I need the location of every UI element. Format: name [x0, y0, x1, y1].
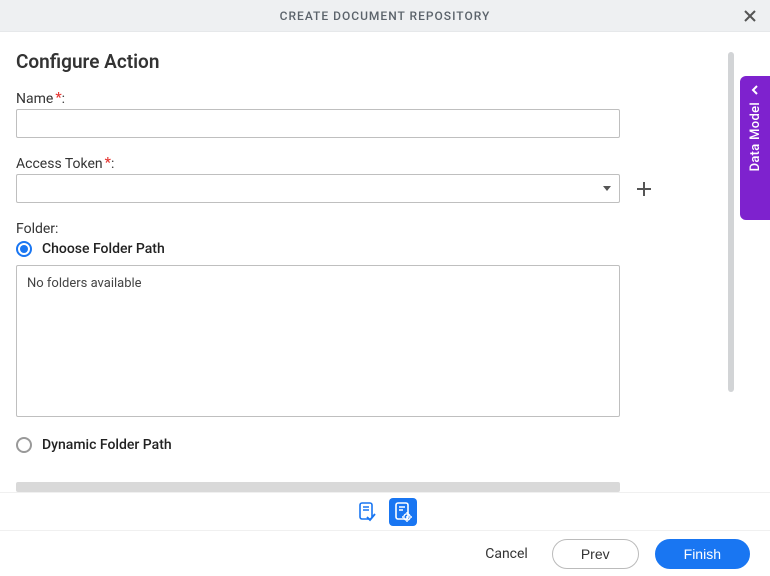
content-area: Configure Action Name*: Access Token*: F…	[0, 32, 770, 492]
radio-choose-folder-path[interactable]: Choose Folder Path	[16, 241, 750, 257]
data-model-drawer-tab[interactable]: Data Model	[740, 76, 770, 220]
section-heading: Configure Action	[16, 50, 750, 73]
data-model-label: Data Model	[748, 102, 763, 171]
radio-dynamic-folder-path[interactable]: Dynamic Folder Path	[16, 437, 750, 453]
prev-button[interactable]: Prev	[552, 539, 639, 569]
folder-list-box[interactable]: No folders available	[16, 265, 620, 417]
document-check-button[interactable]	[353, 498, 381, 526]
access-token-select[interactable]	[16, 174, 620, 203]
plus-icon	[635, 180, 653, 198]
dialog-footer: Cancel Prev Finish	[0, 530, 770, 576]
dialog-titlebar: CREATE DOCUMENT REPOSITORY	[0, 0, 770, 32]
close-button[interactable]	[740, 6, 760, 26]
add-access-token-button[interactable]	[632, 177, 656, 201]
required-asterisk: *	[55, 90, 61, 106]
colon: :	[62, 91, 65, 107]
name-label-row: Name*:	[16, 91, 750, 107]
required-asterisk: *	[105, 155, 111, 171]
radio-icon-unchecked	[16, 437, 32, 453]
close-icon	[743, 9, 757, 23]
radio-icon-checked	[16, 241, 32, 257]
document-check-icon	[356, 501, 378, 523]
cancel-button[interactable]: Cancel	[477, 540, 536, 568]
mid-toolbar	[0, 492, 770, 530]
access-token-label-row: Access Token*:	[16, 156, 750, 172]
field-folder: Folder: Choose Folder Path No folders av…	[16, 221, 750, 453]
field-access-token: Access Token*:	[16, 156, 750, 203]
colon: :	[111, 156, 114, 172]
document-gear-icon	[392, 501, 414, 523]
dialog-title: CREATE DOCUMENT REPOSITORY	[280, 9, 491, 23]
chevron-left-icon	[749, 84, 761, 96]
scrollbar[interactable]	[728, 52, 734, 392]
access-token-label: Access Token	[16, 156, 103, 172]
name-input[interactable]	[16, 109, 620, 138]
field-name: Name*:	[16, 91, 750, 138]
chevron-down-icon	[603, 186, 611, 191]
folder-empty-text: No folders available	[27, 276, 142, 291]
dynamic-folder-path-label: Dynamic Folder Path	[42, 437, 172, 453]
disabled-strip	[16, 482, 620, 492]
name-label: Name	[16, 91, 53, 107]
document-settings-button[interactable]	[389, 498, 417, 526]
finish-button[interactable]: Finish	[655, 539, 750, 569]
choose-folder-path-label: Choose Folder Path	[42, 241, 165, 257]
folder-label: Folder:	[16, 221, 750, 237]
